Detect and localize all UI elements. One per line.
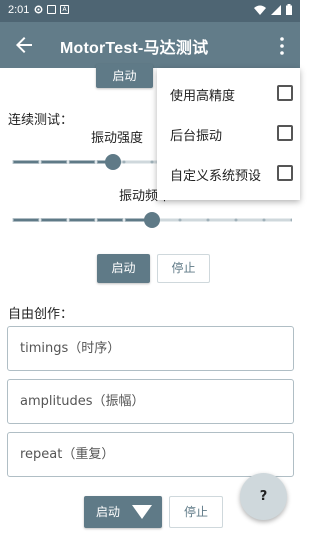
- wifi-icon: [254, 5, 266, 15]
- intensity-label: 振动强度: [91, 131, 144, 146]
- system-icons: [254, 4, 292, 15]
- menu-item-background-vibration[interactable]: 后台振动: [157, 113, 300, 153]
- status-bar: 2:01 A: [0, 0, 300, 22]
- high-precision-checkbox[interactable]: [277, 85, 293, 101]
- frequency-tick: [122, 218, 126, 222]
- intensity-tick: [122, 160, 126, 164]
- signal-icon: [271, 4, 281, 15]
- timings-field[interactable]: [7, 326, 294, 371]
- free-section-label: 自由创作：: [8, 307, 74, 322]
- free-stop-button[interactable]: 停止: [169, 496, 223, 528]
- menu-item-label: 使用高精度: [170, 89, 236, 104]
- menu-item-custom-presets[interactable]: 自定义系统预设: [157, 153, 300, 193]
- arrow-left-icon[interactable]: [12, 33, 36, 57]
- amplitudes-input[interactable]: [8, 380, 293, 423]
- intensity-tick: [150, 160, 154, 164]
- frequency-tick: [38, 218, 42, 222]
- intensity-tick: [94, 160, 98, 164]
- custom-presets-checkbox[interactable]: [277, 165, 293, 181]
- repeat-field[interactable]: [7, 432, 294, 477]
- free-start-label: 启动: [96, 505, 121, 519]
- menu-item-label: 自定义系统预设: [170, 169, 262, 184]
- continuous-stop-button[interactable]: 停止: [157, 254, 210, 283]
- frequency-slider-track[interactable]: [10, 210, 294, 230]
- status-time: 2:01: [8, 4, 30, 16]
- timings-input[interactable]: [8, 327, 293, 370]
- continuous-section-label: 连续测试：: [8, 113, 74, 128]
- continuous-stop-label: 停止: [171, 261, 196, 275]
- a-icon: A: [60, 5, 69, 14]
- help-fab-label: ?: [259, 489, 268, 504]
- intensity-tick: [66, 160, 70, 164]
- frequency-tick: [262, 218, 266, 222]
- free-stop-label: 停止: [183, 505, 208, 519]
- square-icon: [47, 5, 56, 14]
- gear-icon: [34, 5, 43, 14]
- frequency-tick: [94, 218, 98, 222]
- page-title: MotorTest-马达测试: [60, 40, 209, 57]
- more-vert-icon[interactable]: [278, 36, 286, 56]
- single-start-button[interactable]: 启动: [96, 64, 153, 88]
- menu-item-high-precision[interactable]: 使用高精度: [157, 73, 300, 113]
- triangle-down-icon: [132, 505, 152, 519]
- frequency-slider[interactable]: [10, 210, 294, 230]
- frequency-tick: [66, 218, 70, 222]
- help-fab[interactable]: ?: [240, 473, 287, 520]
- background-vibration-checkbox[interactable]: [277, 125, 293, 141]
- repeat-input[interactable]: [8, 433, 293, 476]
- amplitudes-field[interactable]: [7, 379, 294, 424]
- single-start-label: 启动: [112, 69, 137, 83]
- overflow-menu: 使用高精度 后台振动 自定义系统预设: [157, 68, 300, 200]
- app-bar: MotorTest-马达测试: [0, 22, 300, 68]
- free-start-button[interactable]: 启动: [84, 496, 162, 528]
- frequency-tick: [234, 218, 238, 222]
- frequency-tick: [178, 218, 182, 222]
- frequency-thumb[interactable]: [144, 212, 160, 228]
- frequency-tick: [206, 218, 210, 222]
- menu-item-label: 后台振动: [170, 129, 223, 144]
- continuous-start-label: 启动: [111, 261, 136, 275]
- intensity-thumb[interactable]: [105, 154, 121, 170]
- notification-icons: A: [34, 5, 69, 14]
- battery-icon: [286, 4, 292, 15]
- intensity-tick: [38, 160, 42, 164]
- continuous-start-button[interactable]: 启动: [97, 254, 150, 283]
